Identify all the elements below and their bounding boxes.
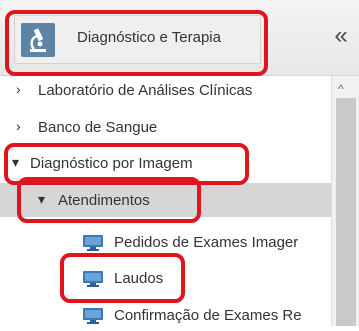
- tree-item-confirmacao-de-exames[interactable]: Confirmação de Exames Re: [0, 301, 331, 331]
- tree-item-laboratorio[interactable]: › Laboratório de Análises Clínicas: [0, 76, 331, 106]
- tree-item-label: Pedidos de Exames Imager: [114, 234, 299, 251]
- monitor-icon: [82, 307, 104, 325]
- tree-item-label: Diagnóstico por Imagem: [30, 155, 193, 172]
- monitor-icon: [82, 270, 104, 288]
- tree-item-label: Laudos: [114, 270, 164, 287]
- tree-scrollbar[interactable]: ^: [331, 76, 359, 326]
- monitor-icon: [82, 234, 104, 252]
- module-button[interactable]: Diagnóstico e Terapia: [14, 15, 261, 64]
- chevron-down-icon[interactable]: ▾: [38, 191, 45, 208]
- tree-item-label: Atendimentos: [58, 192, 150, 209]
- tree-item-diagnostico-por-imagem[interactable]: ▾ Diagnóstico por Imagem: [0, 149, 331, 179]
- tree-item-banco-de-sangue[interactable]: › Banco de Sangue: [0, 113, 331, 143]
- tree-item-pedidos-de-exames[interactable]: Pedidos de Exames Imager: [0, 228, 331, 258]
- tree-item-laudos[interactable]: Laudos: [0, 264, 331, 294]
- microscope-icon: [21, 23, 55, 57]
- tree-item-atendimentos[interactable]: ▾ Atendimentos: [0, 186, 331, 216]
- chevron-down-icon[interactable]: ▾: [12, 154, 19, 171]
- module-label: Diagnóstico e Terapia: [77, 29, 221, 46]
- collapse-sidebar-button[interactable]: «: [329, 18, 353, 54]
- scroll-thumb[interactable]: [336, 98, 356, 326]
- chevron-right-icon[interactable]: ›: [16, 118, 21, 134]
- tree-item-label: Confirmação de Exames Re: [114, 307, 302, 324]
- tree-item-label: Banco de Sangue: [38, 119, 158, 136]
- chevron-right-icon[interactable]: ›: [16, 81, 21, 97]
- module-header: Diagnóstico e Terapia «: [0, 0, 359, 76]
- scroll-up-icon[interactable]: ^: [338, 82, 344, 96]
- navigation-tree: › Laboratório de Análises Clínicas › Ban…: [0, 76, 331, 326]
- tree-item-label: Laboratório de Análises Clínicas: [38, 82, 253, 99]
